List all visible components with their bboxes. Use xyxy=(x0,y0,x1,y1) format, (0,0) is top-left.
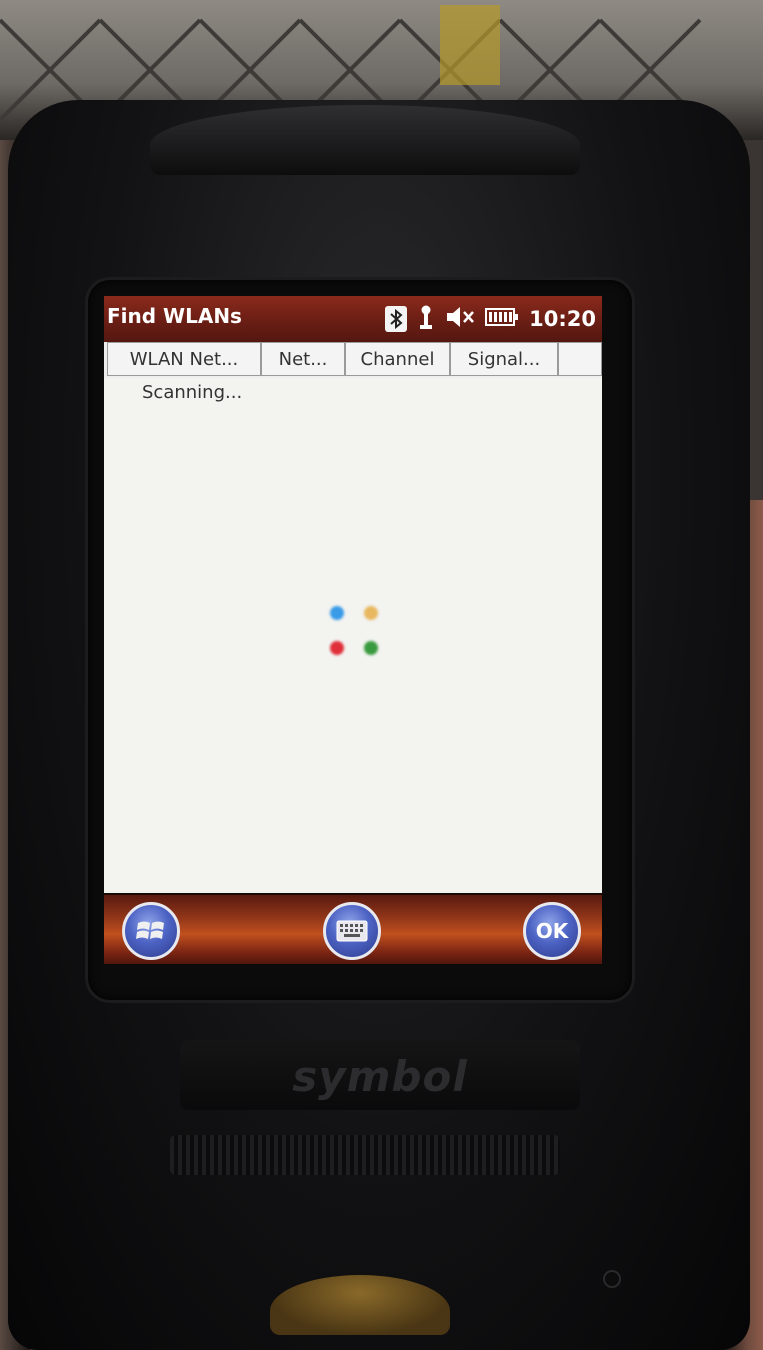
status-icons: 10:20 xyxy=(385,304,596,334)
spinner-dot-yellow xyxy=(364,606,378,620)
app-title: Find WLANs xyxy=(107,304,242,328)
ok-button[interactable]: OK xyxy=(523,902,581,960)
speaker-grille xyxy=(170,1135,560,1175)
column-header-extra[interactable] xyxy=(558,342,602,376)
ok-label: OK xyxy=(535,919,569,943)
scanning-status: Scanning... xyxy=(142,382,243,403)
column-headers: WLAN Net... Net... Channel Signal... xyxy=(104,342,602,379)
bluetooth-icon[interactable] xyxy=(385,306,408,332)
screen: Find WLANs 10:20 WLAN Net... Net... Chan… xyxy=(104,296,602,964)
battery-icon[interactable] xyxy=(485,307,519,331)
antenna-icon[interactable] xyxy=(417,304,435,334)
wlan-list[interactable]: Scanning... xyxy=(104,378,602,891)
column-header-wlan-network[interactable]: WLAN Net... xyxy=(107,342,261,376)
spinner-dot-red xyxy=(330,641,344,655)
spinner-dot-green xyxy=(364,641,378,655)
column-header-channel[interactable]: Channel xyxy=(345,342,450,376)
speaker-muted-icon[interactable] xyxy=(445,305,475,333)
bottom-toolbar: OK xyxy=(104,893,602,964)
start-button[interactable] xyxy=(122,902,180,960)
keyboard-button[interactable] xyxy=(323,902,381,960)
brand-plate: symbol xyxy=(180,1040,580,1110)
device-top xyxy=(150,105,580,175)
windows-start-icon xyxy=(136,921,164,939)
clock[interactable]: 10:20 xyxy=(529,307,596,331)
column-header-network-type[interactable]: Net... xyxy=(261,342,345,376)
column-header-signal[interactable]: Signal... xyxy=(450,342,558,376)
brand-logo: symbol xyxy=(292,1052,468,1101)
power-icon[interactable] xyxy=(603,1270,621,1288)
title-bar: Find WLANs 10:20 xyxy=(104,296,602,342)
spinner-dot-blue xyxy=(330,606,344,620)
keyboard-icon xyxy=(336,920,368,942)
